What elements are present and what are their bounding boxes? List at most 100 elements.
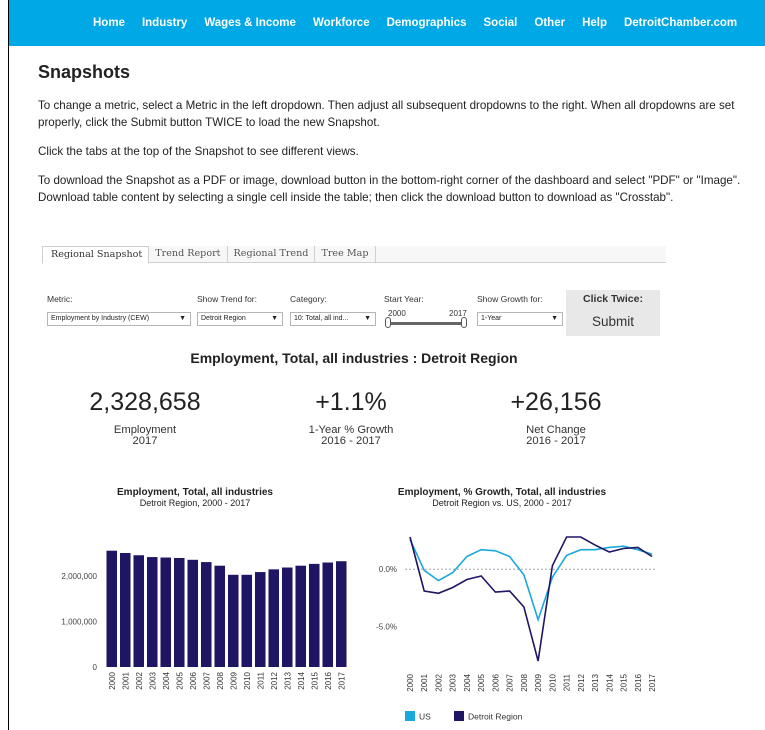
kpi-employment-label: Employment 2017 (45, 424, 245, 447)
kpi-employment-value: 2,328,658 (89, 388, 201, 416)
bar-2007 (200, 562, 212, 667)
nav-items: Home Industry Wages & Income Workforce D… (93, 17, 754, 29)
x-tick-label: 2016 (324, 671, 333, 689)
bar-2006 (187, 559, 199, 667)
y-tick-label: 0 (93, 663, 98, 672)
x-tick-label: 2013 (283, 671, 292, 689)
nav-help[interactable]: Help (582, 17, 607, 29)
click-twice-label: Click Twice: (583, 293, 643, 305)
x-tick-label: 2005 (477, 673, 486, 691)
x-tick-label: 2005 (175, 671, 184, 689)
x-tick-label: 2014 (297, 671, 306, 689)
nav-detroitchamber[interactable]: DetroitChamber.com (624, 17, 737, 29)
slider-handle-start[interactable] (385, 317, 391, 328)
bar-chart-subtitle: Detroit Region, 2000 - 2017 (139, 498, 251, 508)
submit-button[interactable]: Click Twice: Submit (566, 290, 660, 336)
trend-label: Show Trend for: (197, 294, 258, 304)
x-tick-label: 2001 (420, 673, 429, 691)
x-tick-label: 2015 (620, 673, 629, 691)
x-tick-label: 2007 (506, 673, 515, 691)
bar-2013 (281, 567, 293, 667)
bar-2014 (295, 565, 307, 667)
nav-demographics[interactable]: Demographics (387, 17, 467, 29)
nav-wages-income[interactable]: Wages & Income (204, 17, 296, 29)
bar-2016 (322, 562, 334, 667)
x-tick-label: 2004 (463, 673, 472, 691)
category-dropdown[interactable]: 10: Total, all ind... ▼ (290, 312, 376, 326)
nav-other[interactable]: Other (534, 17, 565, 29)
bar-2004 (160, 557, 172, 667)
x-tick-label: 2001 (121, 671, 130, 689)
x-tick-label: 2008 (216, 671, 225, 689)
bar-2000 (106, 550, 118, 667)
tab-regional-snapshot[interactable]: Regional Snapshot (42, 246, 150, 264)
top-nav: Home Industry Wages & Income Workforce D… (8, 0, 765, 46)
tab-regional-trend[interactable]: Regional Trend (228, 246, 316, 263)
kpi-employment-year: 2017 (132, 435, 158, 447)
kpi-net-change-label: Net Change 2016 - 2017 (456, 424, 656, 447)
bar-chart-title: Employment, Total, all industries (117, 487, 273, 498)
caret-down-icon: ▼ (271, 315, 278, 322)
growth-dropdown[interactable]: 1-Year ▼ (477, 312, 563, 326)
caret-down-icon: ▼ (364, 315, 371, 322)
legend-label-detroit: Detroit Region (468, 712, 523, 722)
nav-workforce[interactable]: Workforce (313, 17, 370, 29)
x-tick-label: 2003 (449, 673, 458, 691)
kpi-growth-years: 2016 - 2017 (321, 435, 381, 447)
x-tick-label: 2004 (162, 671, 171, 689)
x-tick-label: 2012 (270, 671, 279, 689)
x-tick-label: 2009 (534, 673, 543, 691)
start-year-slider[interactable] (388, 322, 464, 325)
category-value: 10: Total, all ind... (294, 315, 349, 322)
bar-2017 (335, 561, 347, 667)
nav-social[interactable]: Social (484, 17, 518, 29)
x-tick-label: 2002 (135, 671, 144, 689)
nav-home[interactable]: Home (93, 17, 125, 29)
x-tick-label: 2002 (434, 673, 443, 691)
line-chart-title: Employment, % Growth, Total, all industr… (397, 487, 607, 498)
metric-dropdown[interactable]: Employment by Industry (CEW) ▼ (47, 312, 191, 326)
x-tick-label: 2006 (189, 671, 198, 689)
tab-trend-report[interactable]: Trend Report (149, 246, 228, 263)
x-tick-label: 2012 (577, 673, 586, 691)
line-chart: 0.0% -5.0% 2000 2001 2002 2003 2004 2005 2006 200… (376, 536, 657, 722)
x-tick-label: 2006 (491, 673, 500, 691)
kpi-growth-value: +1.1% (315, 388, 387, 416)
x-tick-label: 2015 (310, 671, 319, 689)
start-year-min: 2000 (388, 309, 406, 318)
instructions-metric: To change a metric, select a Metric in t… (38, 99, 735, 129)
x-tick-label: 2010 (548, 673, 557, 691)
legend-swatch-us (405, 711, 415, 721)
instructions-tabs: Click the tabs at the top of the Snapsho… (38, 145, 359, 158)
kpi-net-change-years: 2016 - 2017 (526, 435, 586, 447)
x-tick-label: 2017 (337, 671, 346, 689)
trend-value: Detroit Region (201, 315, 246, 322)
snapshot-tabs: Regional Snapshot Trend Report Regional … (42, 246, 666, 264)
bar-chart: 2,000,000 1,000,000 0 2000 2001 2002 2003 2004 2… (61, 550, 347, 690)
bar-2015 (308, 563, 320, 667)
kpi-growth-label: 1-Year % Growth 2016 - 2017 (251, 424, 451, 447)
metric-label: Metric: (47, 294, 73, 304)
bar-2008 (214, 565, 226, 667)
x-tick-label: 2017 (648, 673, 657, 691)
nav-industry[interactable]: Industry (142, 17, 187, 29)
growth-label: Show Growth for: (477, 294, 543, 304)
bar-2010 (241, 574, 253, 667)
metric-value: Employment by Industry (CEW) (51, 315, 150, 322)
x-tick-label: 2010 (243, 671, 252, 689)
legend-label-us: US (419, 712, 431, 722)
y-tick-label: 0.0% (379, 565, 397, 574)
tab-tree-map[interactable]: Tree Map (315, 246, 376, 263)
bar-2005 (173, 557, 185, 667)
bar-2011 (254, 572, 266, 667)
bar-2009 (227, 574, 239, 667)
x-tick-label: 2000 (108, 671, 117, 689)
slider-handle-end[interactable] (461, 317, 467, 328)
y-tick-label: 1,000,000 (61, 618, 97, 627)
kpi-net-change-value: +26,156 (510, 388, 602, 416)
page-title: Snapshots (38, 62, 131, 82)
x-tick-label: 2011 (563, 673, 572, 691)
trend-dropdown[interactable]: Detroit Region ▼ (197, 312, 283, 326)
x-tick-label: 2007 (202, 671, 211, 689)
x-tick-label: 2008 (520, 673, 529, 691)
